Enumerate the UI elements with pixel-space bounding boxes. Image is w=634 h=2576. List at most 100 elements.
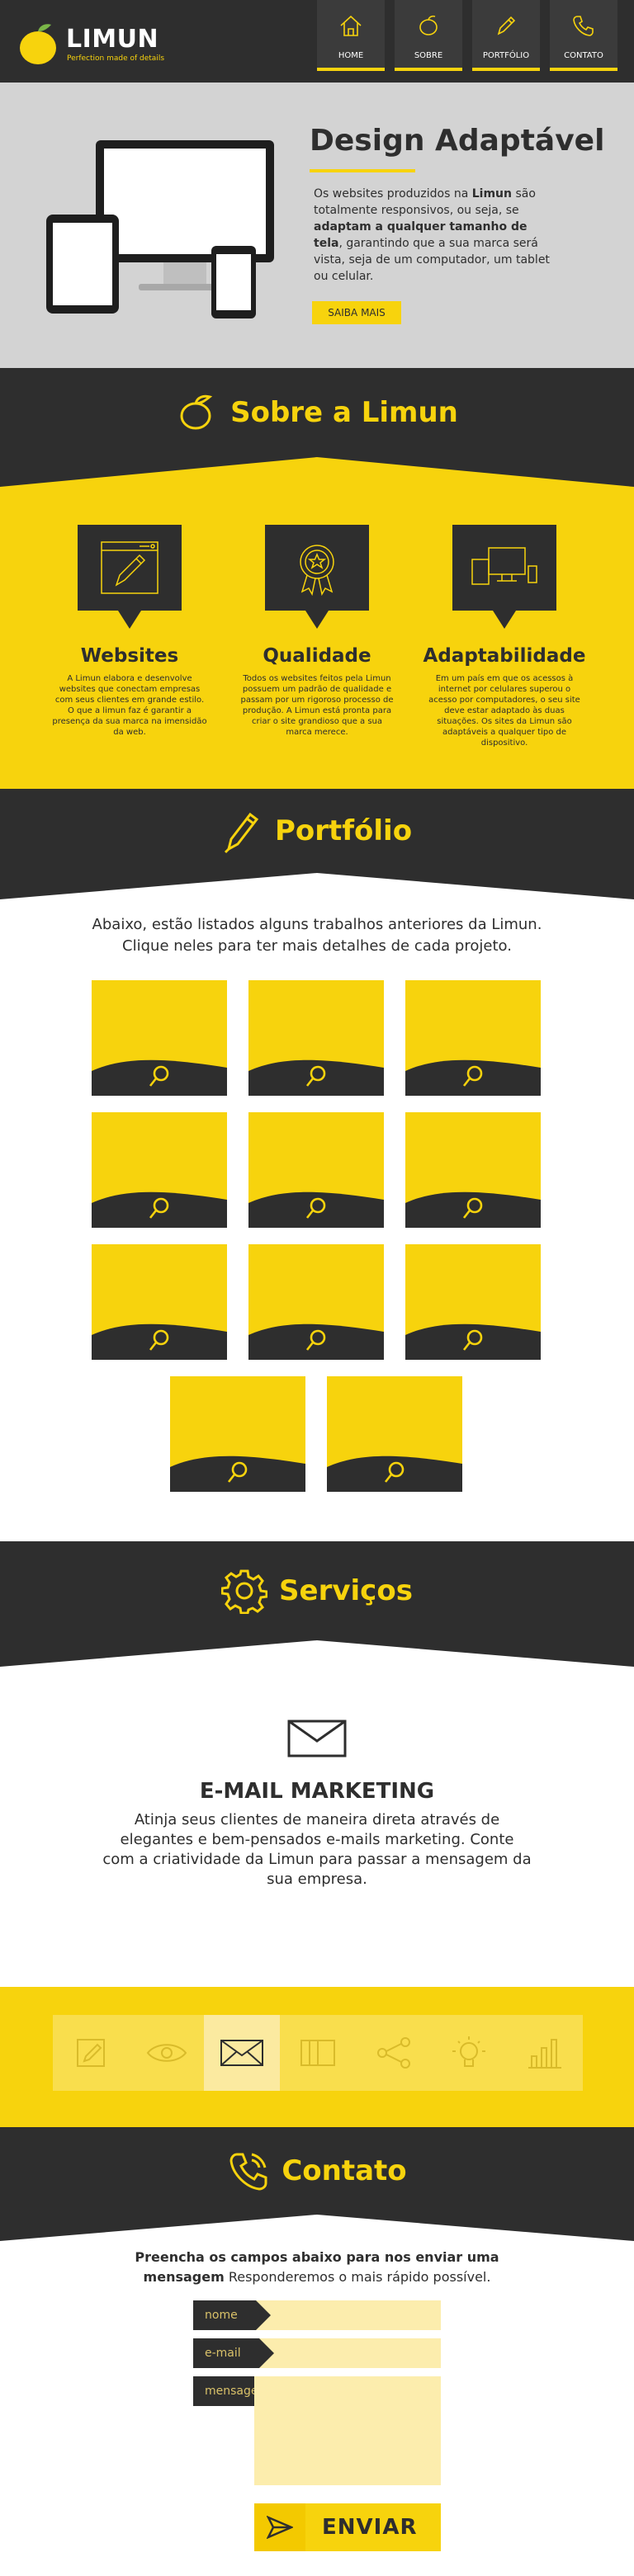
portfolio-item[interactable] (92, 980, 227, 1096)
pen-icon (497, 16, 516, 35)
envelope-icon (220, 2040, 264, 2066)
send-button[interactable]: ENVIAR (254, 2503, 441, 2551)
portfolio-intro: Abaixo, estão listados alguns trabalhos … (0, 914, 634, 957)
magnifier-icon (462, 1065, 483, 1087)
nav-home-label: HOME (338, 51, 364, 60)
feature-websites-text: A Limun elabora e desenvolve websites qu… (52, 674, 207, 737)
servicos-header: Serviços (0, 1541, 634, 1640)
contato-title: Contato (282, 2154, 407, 2187)
phone-icon (229, 2153, 267, 2191)
nav-underline (550, 68, 617, 71)
service-tab-lightbulb[interactable] (432, 2015, 508, 2091)
service-tab-email[interactable] (204, 2015, 281, 2091)
sobre-header: Sobre a Limun (0, 368, 634, 457)
nav-sobre[interactable]: SOBRE (395, 0, 462, 71)
nav-underline (317, 68, 385, 71)
feature-qualidade-box (265, 525, 369, 629)
feature-websites: Websites A Limun elabora e desenvolve we… (39, 525, 220, 738)
services-tab-band (0, 1987, 634, 2127)
magnifier-icon (305, 1065, 326, 1087)
portfolio-item[interactable] (92, 1244, 227, 1360)
portfolio-item[interactable] (92, 1112, 227, 1228)
name-field[interactable]: nome (193, 2300, 441, 2330)
services-tab-strip (53, 2015, 583, 2091)
lemon-logo-icon (20, 24, 56, 64)
saiba-mais-button[interactable]: SAIBA MAIS (312, 301, 401, 324)
nav-underline (472, 68, 540, 71)
hero-title-underline (310, 169, 415, 172)
magnifier-icon (149, 1329, 169, 1351)
portfolio-item[interactable] (405, 980, 541, 1096)
magnifier-icon (305, 1329, 326, 1351)
logo[interactable]: LIMUN Perfection made of details (17, 17, 165, 66)
nav-contato[interactable]: CONTATO (550, 0, 617, 71)
portfolio-item[interactable] (248, 1112, 384, 1228)
site-header: LIMUN Perfection made of details HOME SO… (0, 0, 634, 83)
feature-adaptabilidade-title: Adaptabilidade (423, 645, 586, 667)
medal-icon (300, 545, 334, 597)
magnifier-icon (149, 1065, 169, 1087)
service-tab-share[interactable] (356, 2015, 432, 2091)
portfolio-intro-line: Clique neles para ter mais detalhes de c… (122, 937, 512, 955)
chart-icon (528, 2039, 562, 2069)
hero-title: Design Adaptável (310, 124, 605, 158)
portfolio-title: Portfólio (274, 814, 413, 847)
nav-contato-label: CONTATO (564, 51, 603, 60)
magnifier-icon (227, 1461, 248, 1483)
nav-home[interactable]: HOME (317, 0, 385, 71)
hero-description: Os websites produzidos na Limun são tota… (314, 186, 553, 285)
sobre-title: Sobre a Limun (230, 396, 458, 429)
sobre-section: Websites A Limun elabora e desenvolve we… (0, 457, 634, 789)
website-icon (101, 541, 158, 594)
feature-qualidade-title: Qualidade (263, 645, 371, 667)
portfolio-item[interactable] (405, 1112, 541, 1228)
message-field[interactable] (254, 2376, 441, 2485)
nav-portfolio[interactable]: PORTFÓLIO (472, 0, 540, 71)
service-tab-book[interactable] (280, 2015, 356, 2091)
name-field-label: nome (193, 2300, 271, 2330)
devices-illustration (46, 140, 274, 318)
service-tab-eye[interactable] (129, 2015, 205, 2091)
contact-intro: Preencha os campos abaixo para nos envia… (116, 2248, 518, 2287)
devices-icon (471, 547, 537, 585)
servicos-title: Serviços (279, 1574, 413, 1607)
magnifier-icon (462, 1197, 483, 1219)
portfolio-intro-line: Abaixo, estão listados alguns trabalhos … (92, 916, 542, 933)
magnifier-icon (384, 1461, 405, 1483)
portfolio-item[interactable] (170, 1376, 305, 1492)
feature-adaptabilidade: Adaptabilidade Em um país em que os aces… (414, 525, 595, 748)
brand-tagline: Perfection made of details (67, 54, 165, 63)
main-nav: HOME SOBRE PORTFÓLIO CONTATO (317, 0, 617, 71)
portfolio-header: Portfólio (0, 789, 634, 873)
service-description: Atinja seus clientes de maneira direta a… (102, 1811, 532, 1888)
hero-section: Design Adaptável Os websites produzidos … (0, 83, 634, 368)
contato-header: Contato (0, 2127, 634, 2215)
nav-sobre-label: SOBRE (414, 51, 443, 60)
hero-text-part: Os websites produzidos na (314, 187, 472, 201)
nav-underline (395, 68, 462, 71)
feature-websites-box (78, 525, 182, 629)
lemon-icon (180, 394, 213, 430)
phone-icon (573, 16, 594, 36)
pencil-icon (76, 2039, 105, 2067)
portfolio-item[interactable] (327, 1376, 462, 1492)
envelope-icon (287, 1720, 347, 1757)
brand-name: LIMUN (66, 25, 159, 54)
service-tab-pencil[interactable] (53, 2015, 129, 2091)
email-field[interactable]: e-mail (193, 2338, 441, 2368)
feature-adaptabilidade-text: Em um país em que os acessos à internet … (428, 674, 580, 748)
magnifier-icon (305, 1197, 326, 1219)
magnifier-icon (462, 1329, 483, 1351)
service-tab-chart[interactable] (507, 2015, 583, 2091)
nav-portfolio-label: PORTFÓLIO (482, 51, 530, 60)
pen-icon (224, 812, 259, 854)
page-footer-space (0, 2551, 634, 2576)
send-button-label: ENVIAR (322, 2515, 418, 2540)
portfolio-item[interactable] (405, 1244, 541, 1360)
feature-qualidade: Qualidade Todos os websites feitos pela … (226, 525, 408, 738)
send-icon-box (254, 2503, 305, 2551)
portfolio-item[interactable] (248, 980, 384, 1096)
portfolio-item[interactable] (248, 1244, 384, 1360)
hero-text-part: , garantindo que a sua marca será vista,… (314, 237, 550, 283)
home-icon (340, 15, 362, 36)
